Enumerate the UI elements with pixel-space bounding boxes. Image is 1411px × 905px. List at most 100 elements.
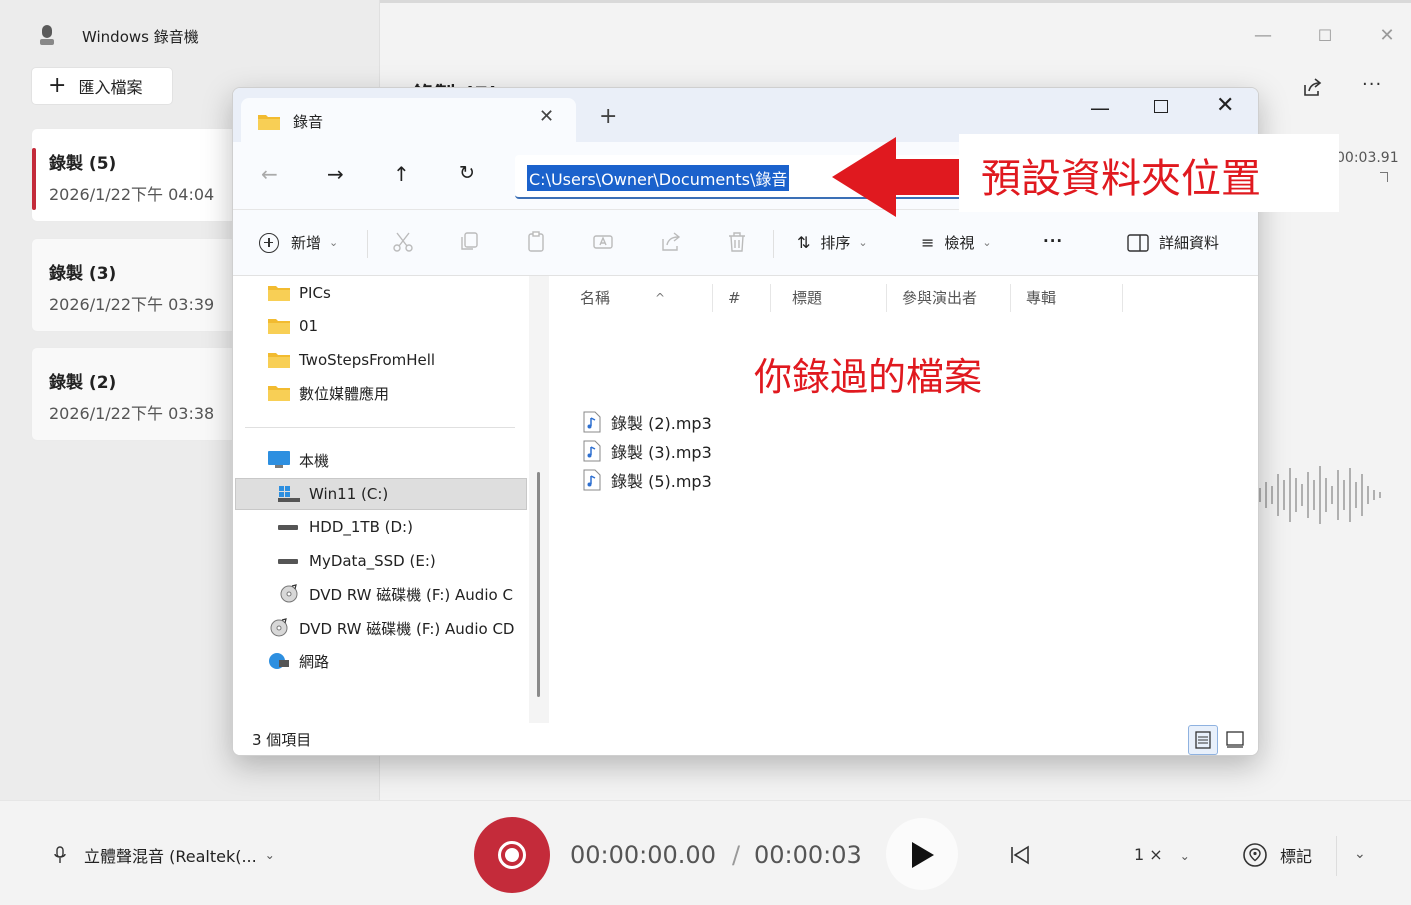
refresh-icon[interactable]: ↻: [459, 162, 475, 184]
play-icon: [912, 842, 934, 868]
nav-item-label: 數位媒體應用: [299, 384, 390, 403]
hard-drive-icon: [278, 559, 298, 564]
annotation-box: 預設資料夾位置: [959, 134, 1339, 212]
maximize-icon[interactable]: ☐: [1310, 24, 1340, 48]
nav-item-folder[interactable]: TwoStepsFromHell: [267, 345, 435, 375]
file-row[interactable]: 錄製 (3).mp3: [583, 437, 712, 465]
audio-file-icon: [583, 411, 601, 433]
minimize-icon[interactable]: —: [1090, 96, 1110, 120]
playback-speed-selector[interactable]: 1 × ⌄: [1134, 845, 1190, 864]
add-marker-button[interactable]: 標記: [1242, 842, 1312, 868]
column-header-name[interactable]: ^ 名稱: [565, 284, 713, 312]
paste-icon[interactable]: [525, 230, 549, 254]
chevron-down-icon: ⌄: [982, 236, 992, 249]
nav-item-label: 網路: [299, 652, 330, 671]
delete-icon[interactable]: [725, 230, 749, 254]
view-label: 檢視: [944, 234, 975, 252]
up-arrow-icon[interactable]: ↑: [393, 162, 410, 186]
chevron-down-icon[interactable]: ⌄: [1354, 846, 1366, 862]
nav-item-drive-e[interactable]: MyData_SSD (E:): [277, 546, 436, 576]
more-options-button[interactable]: ···: [1043, 232, 1063, 250]
nav-item-label: 01: [299, 317, 319, 335]
close-icon[interactable]: ✕: [1216, 93, 1234, 118]
nav-item-folder[interactable]: PICs: [267, 278, 331, 308]
copy-icon[interactable]: [457, 230, 481, 254]
network-icon: [269, 653, 289, 669]
address-path[interactable]: C:\Users\Owner\Documents\錄音: [527, 165, 790, 191]
forward-arrow-icon[interactable]: →: [327, 162, 344, 186]
time-separator: /: [732, 841, 741, 869]
sort-button[interactable]: ⇅ 排序 ⌄: [797, 232, 868, 253]
total-time: 00:00:03: [754, 841, 862, 869]
selected-indicator: [32, 148, 36, 210]
sort-label: 排序: [820, 234, 851, 252]
divider: [1336, 836, 1337, 876]
rename-icon[interactable]: [591, 230, 615, 254]
cut-icon[interactable]: [391, 230, 415, 254]
recording-item[interactable]: 錄製 (2) 2026/1/22下午 03:38: [31, 347, 261, 441]
import-file-button[interactable]: + 匯入檔案: [31, 67, 173, 105]
column-header-album[interactable]: 專輯: [1011, 284, 1123, 312]
minimize-icon[interactable]: —: [1248, 24, 1278, 48]
recording-name: 錄製 (2): [49, 373, 117, 393]
large-icons-view-icon[interactable]: [1223, 727, 1247, 751]
recorder-app-title: Windows 錄音機: [82, 28, 199, 46]
back-arrow-icon[interactable]: ←: [261, 162, 278, 186]
file-list-pane: ^ 名稱 # 標題 參與演出者 專輯 錄製 (2).mp3 錄製 (3).mp3…: [549, 276, 1258, 723]
nav-item-folder[interactable]: 01: [267, 311, 318, 341]
nav-item-folder[interactable]: 數位媒體應用: [267, 378, 389, 408]
file-row[interactable]: 錄製 (2).mp3: [583, 408, 712, 436]
nav-item-dvd-root[interactable]: DVD RW 磁碟機 (F:) Audio CD: [267, 613, 514, 643]
audio-file-icon: [583, 469, 601, 491]
nav-item-this-pc[interactable]: 本機: [267, 445, 329, 475]
nav-item-label: MyData_SSD (E:): [309, 552, 436, 570]
recorded-files-annotation: 你錄過的檔案: [754, 355, 983, 399]
play-button[interactable]: [886, 818, 958, 890]
windows-drive-icon: [278, 486, 300, 502]
nav-item-drive-d[interactable]: HDD_1TB (D:): [277, 512, 413, 542]
close-tab-icon[interactable]: ✕: [539, 106, 554, 127]
record-button[interactable]: [474, 817, 550, 893]
more-options-icon[interactable]: ···: [1362, 74, 1382, 95]
scrollbar[interactable]: [537, 472, 540, 697]
chevron-down-icon: ⌄: [858, 236, 868, 249]
plus-icon: +: [48, 73, 67, 98]
input-device-label: 立體聲混音 (Realtek(...: [84, 847, 257, 866]
details-view-button[interactable]: [1188, 725, 1218, 755]
recorder-titlebar: Windows 錄音機 — ☐ ✕: [0, 0, 1411, 60]
hard-drive-icon: [278, 525, 298, 530]
recording-name: 錄製 (5): [49, 154, 117, 174]
marker-label: 標記: [1280, 847, 1313, 866]
file-row[interactable]: 錄製 (5).mp3: [583, 466, 712, 494]
item-count: 3 個項目: [252, 731, 312, 749]
close-icon[interactable]: ✕: [1372, 24, 1402, 48]
recording-item[interactable]: 錄製 (5) 2026/1/22下午 04:04: [31, 128, 261, 222]
column-header-title[interactable]: 標題: [777, 284, 887, 312]
marker-icon: [1243, 843, 1267, 867]
computer-icon: [268, 451, 290, 468]
toolbar-divider: [773, 230, 774, 258]
import-file-label: 匯入檔案: [78, 78, 143, 97]
details-label: 詳細資料: [1159, 234, 1220, 252]
current-time: 00:00:00.00: [570, 841, 716, 869]
column-header-artist[interactable]: 參與演出者: [887, 284, 1011, 312]
share-icon[interactable]: [659, 230, 683, 254]
view-button[interactable]: ≡ 檢視 ⌄: [921, 232, 992, 253]
nav-item-drive-c[interactable]: Win11 (C:): [277, 479, 388, 509]
folder-icon: [268, 386, 290, 401]
new-item-button[interactable]: 新增 ⌄: [259, 232, 338, 253]
new-tab-icon[interactable]: +: [599, 106, 617, 128]
explorer-tab[interactable]: 錄音 ✕: [241, 98, 576, 142]
column-header-number[interactable]: #: [713, 284, 771, 312]
recording-item[interactable]: 錄製 (3) 2026/1/22下午 03:39: [31, 238, 261, 332]
nav-item-dvd-drive[interactable]: DVD RW 磁碟機 (F:) Audio C: [277, 579, 513, 609]
share-icon[interactable]: [1300, 76, 1324, 100]
nav-item-network[interactable]: 網路: [267, 646, 329, 676]
details-pane-button[interactable]: 詳細資料: [1127, 232, 1219, 253]
input-device-selector[interactable]: 立體聲混音 (Realtek(... ⌄: [54, 843, 275, 867]
skip-to-start-icon[interactable]: [1008, 843, 1032, 867]
status-bar: 3 個項目: [233, 723, 1258, 755]
maximize-icon[interactable]: [1154, 100, 1168, 113]
folder-icon: [268, 353, 290, 368]
chevron-down-icon: ⌄: [264, 848, 275, 862]
